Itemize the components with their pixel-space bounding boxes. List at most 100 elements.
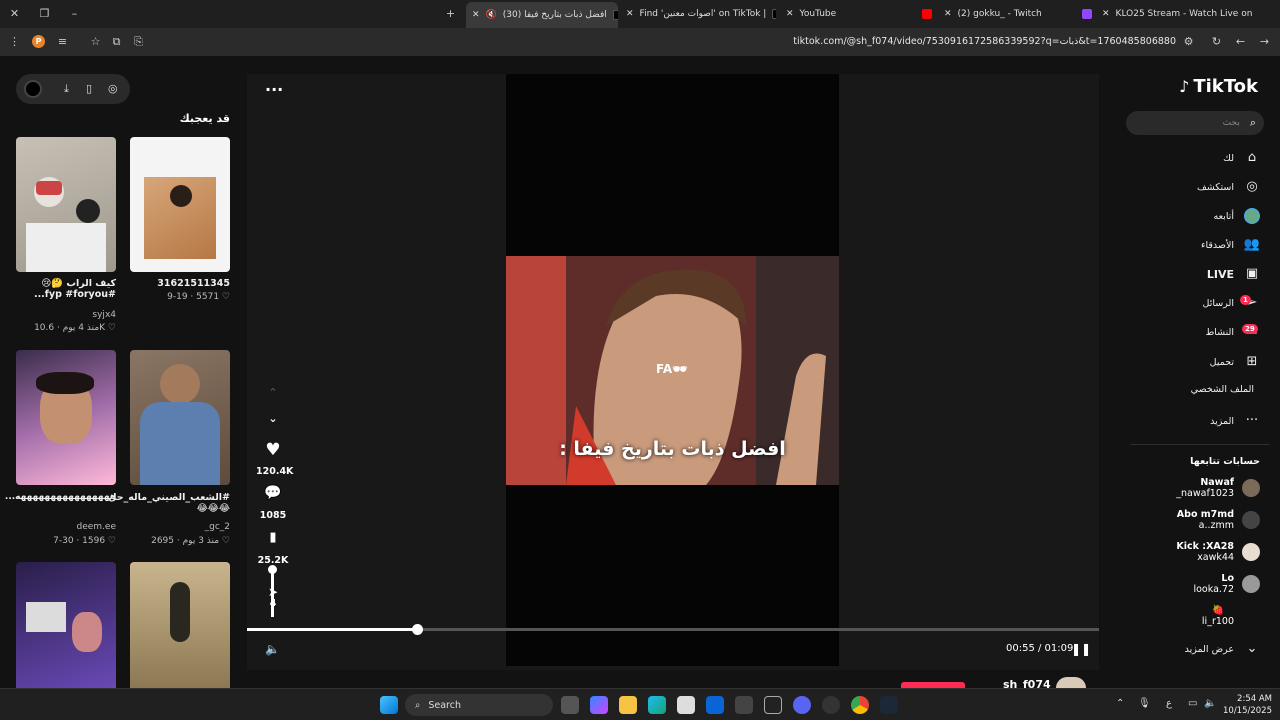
- compass-icon[interactable]: ◎: [108, 82, 118, 95]
- next-author-avatar[interactable]: [1056, 677, 1086, 688]
- video-author[interactable]: syjx4: [16, 310, 116, 320]
- steam-icon[interactable]: [880, 696, 898, 714]
- video-thumbnail[interactable]: [16, 350, 116, 485]
- video-caption[interactable]: كيف الراب 🤔😢 #fyp #foryou...: [16, 278, 116, 300]
- edge-icon[interactable]: [648, 696, 666, 714]
- see-more-following[interactable]: ⌄ عرض المزيد: [1185, 641, 1260, 657]
- tiktok-favicon-icon: [772, 9, 776, 19]
- task-view-icon[interactable]: [561, 696, 579, 714]
- taskbar-search[interactable]: ⌕ Search: [405, 694, 553, 716]
- speaker-icon[interactable]: 🔈: [1204, 698, 1216, 709]
- nav-friends[interactable]: 👥 الأصدقاء: [1201, 237, 1260, 253]
- nav-following[interactable]: أتابعه: [1214, 208, 1260, 224]
- new-tab-icon[interactable]: +: [444, 7, 457, 20]
- video-caption[interactable]: 31621511345: [130, 278, 230, 289]
- windows-start-icon[interactable]: [380, 696, 398, 714]
- followed-account[interactable]: Nawaf _nawaf1023: [1176, 477, 1260, 499]
- ctrl-app-icon[interactable]: [764, 696, 782, 714]
- back-icon[interactable]: ←: [1234, 35, 1247, 48]
- tiktok-logo[interactable]: ♪ TikTok: [1179, 76, 1258, 97]
- tab-youtube[interactable]: ✕ YouTube: [786, 4, 932, 24]
- close-tab-icon[interactable]: ✕: [1102, 9, 1110, 19]
- volume-icon[interactable]: 🔈: [265, 642, 280, 656]
- progress-bar[interactable]: [247, 624, 1099, 635]
- followed-account[interactable]: Lo looka.72: [1193, 573, 1260, 595]
- nav-explore[interactable]: ◎ استكشف: [1197, 179, 1260, 195]
- like-icon[interactable]: ♥: [256, 440, 290, 460]
- clock[interactable]: 2:54 AM 10/15/2025: [1222, 693, 1272, 717]
- mouse-cursor-icon: ➤: [268, 585, 279, 599]
- menu-icon[interactable]: ⋮: [8, 35, 21, 48]
- avatar: [1242, 511, 1260, 529]
- outlook-icon[interactable]: [706, 696, 724, 714]
- search-input[interactable]: بحث ⌕: [1126, 111, 1264, 135]
- nav-more[interactable]: ··· المزيد: [1210, 413, 1260, 429]
- chrome-icon[interactable]: [851, 696, 869, 714]
- video-caption[interactable]: #الشعب_الصيني_ماله_حل 😂😂😂: [108, 492, 230, 514]
- tab-twitch[interactable]: ✕ (2) gokku_ - Twitch: [944, 4, 1092, 24]
- microphone-icon[interactable]: 🎙: [1138, 698, 1151, 709]
- comment-icon[interactable]: 💬: [256, 485, 290, 501]
- discord-icon[interactable]: [793, 696, 811, 714]
- profile-avatar[interactable]: P: [32, 35, 45, 48]
- download-icon[interactable]: ⤓: [64, 82, 69, 96]
- copilot-icon[interactable]: [590, 696, 608, 714]
- video-meta: 9-19 · 5571 ♡: [167, 292, 230, 302]
- language-indicator[interactable]: ع: [1166, 698, 1172, 709]
- app-icon[interactable]: [735, 696, 753, 714]
- video-thumbnail[interactable]: [130, 350, 230, 485]
- video-author[interactable]: deem.ee: [16, 522, 117, 532]
- close-tab-icon[interactable]: ✕: [786, 9, 794, 19]
- autoscroll-toggle[interactable]: [24, 80, 42, 98]
- followed-account[interactable]: 🍓 li_r100: [1202, 605, 1234, 627]
- video-caption[interactable]: ههههههههههههههههه...: [5, 492, 116, 502]
- app-icon[interactable]: [822, 696, 840, 714]
- tab-tiktok-search[interactable]: ✕ Find 'اصوات معنين' on TikTok |: [626, 4, 776, 24]
- nav-live[interactable]: ▣ LIVE: [1207, 266, 1260, 282]
- media-control-icon[interactable]: ≡: [56, 35, 69, 48]
- tab-tiktok-active[interactable]: ✕ 🔇 افضل ذبات بتاريخ فيفا (30): [466, 2, 618, 28]
- network-icon[interactable]: ▭: [1188, 698, 1197, 709]
- pause-icon[interactable]: ❚❚: [1071, 642, 1091, 656]
- video-thumbnail[interactable]: [16, 562, 116, 688]
- avatar: [1242, 479, 1260, 497]
- previous-video-icon[interactable]: ⌃: [256, 386, 290, 399]
- close-tab-icon[interactable]: ✕: [944, 9, 952, 19]
- translate-icon[interactable]: ⧉: [110, 35, 123, 48]
- search-icon[interactable]: ⌕: [1250, 116, 1256, 130]
- nav-upload[interactable]: ⊞ تحميل: [1210, 354, 1260, 370]
- video-thumbnail[interactable]: [130, 137, 230, 272]
- close-tab-icon[interactable]: ✕: [472, 10, 480, 20]
- followed-account[interactable]: Kick :XA28 xawk44: [1176, 541, 1260, 563]
- show-hidden-icons[interactable]: ⌃: [1116, 698, 1124, 709]
- minimize-window-icon[interactable]: –: [68, 7, 81, 20]
- restore-window-icon[interactable]: ❐: [38, 7, 51, 20]
- close-tab-icon[interactable]: ✕: [626, 9, 634, 19]
- store-icon[interactable]: [677, 696, 695, 714]
- unmute-icon[interactable]: 🔇: [486, 10, 497, 20]
- volume-slider-knob[interactable]: [268, 565, 277, 574]
- forward-icon[interactable]: →: [1258, 35, 1271, 48]
- bookmark-star-icon[interactable]: ☆: [89, 35, 102, 48]
- address-bar[interactable]: tiktok.com/@sh_f074/video/75309161725863…: [793, 36, 1176, 47]
- video-author[interactable]: _gc_2: [130, 522, 230, 532]
- followed-account[interactable]: Abo m7md a..zmm: [1177, 509, 1260, 531]
- nav-for-you[interactable]: ⌂ لك: [1223, 150, 1260, 166]
- friends-icon: 👥: [1243, 237, 1260, 252]
- reload-icon[interactable]: ↻: [1210, 35, 1223, 48]
- nav-profile[interactable]: الملف الشخصي: [1191, 384, 1254, 395]
- next-video-icon[interactable]: ⌄: [256, 412, 290, 425]
- site-settings-icon[interactable]: ⚙: [1182, 35, 1195, 48]
- file-explorer-icon[interactable]: [619, 696, 637, 714]
- install-app-icon[interactable]: ⎘: [132, 35, 145, 48]
- more-options-icon[interactable]: ···: [265, 80, 283, 99]
- video-thumbnail[interactable]: [130, 562, 230, 688]
- close-window-icon[interactable]: ✕: [8, 7, 21, 20]
- tab-title: افضل ذبات بتاريخ فيفا (30): [502, 10, 607, 20]
- bookmark-icon[interactable]: ▮: [256, 530, 290, 545]
- tab-kick[interactable]: ✕ KLO25 Stream - Watch Live on: [1102, 4, 1252, 24]
- nav-messages[interactable]: ➢ الرسائل: [1203, 295, 1260, 311]
- next-author-name[interactable]: sh_f074: [1003, 678, 1051, 688]
- mini-player-icon[interactable]: ▯: [86, 82, 92, 95]
- video-thumbnail[interactable]: [16, 137, 116, 272]
